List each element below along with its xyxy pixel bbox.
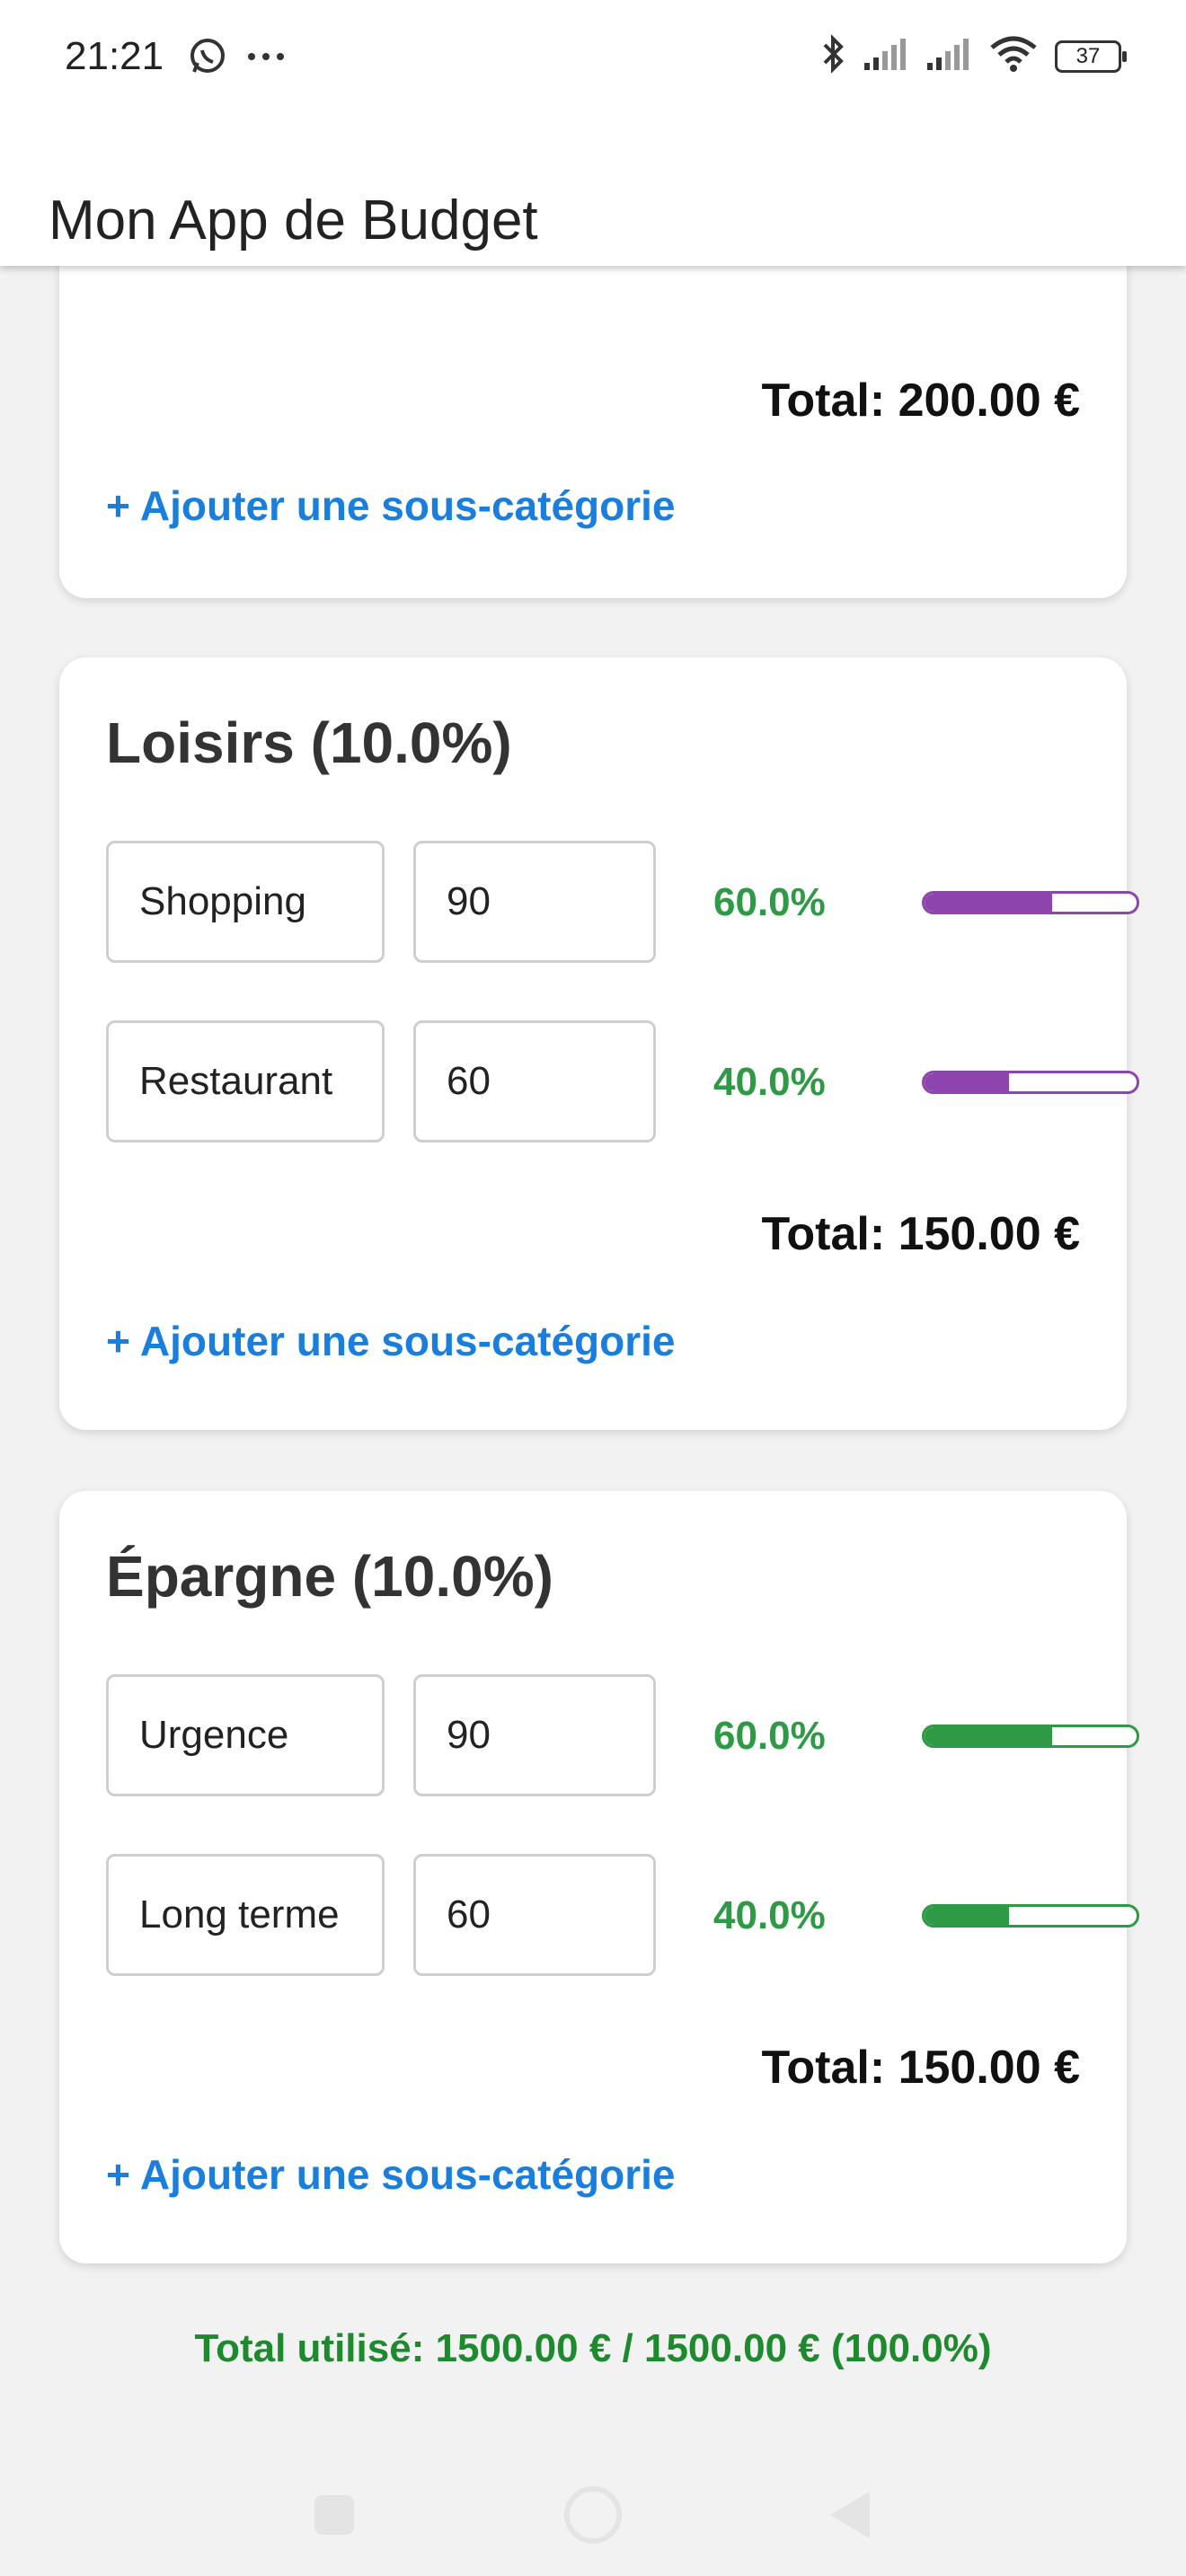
subcategory-row: Long terme 60 40.0% [106, 1854, 1139, 1976]
progress-bar [922, 1071, 1139, 1094]
progress-fill [925, 1073, 1010, 1091]
back-icon[interactable] [814, 2479, 886, 2551]
subcategory-percent: 40.0% [713, 1060, 826, 1104]
signal-icon [925, 36, 972, 76]
category-card-epargne: Épargne (10.0%) Urgence 90 60.0% Long te… [59, 1491, 1139, 2263]
app-title: Mon App de Budget [49, 189, 538, 251]
subcategory-amount-input[interactable]: 60 [413, 1020, 656, 1142]
progress-bar [922, 891, 1139, 914]
wifi-icon [988, 35, 1039, 77]
subcategory-percent: 60.0% [713, 1714, 826, 1758]
navigation-bar [0, 2459, 1186, 2576]
category-total: Total: 200.00 € [761, 375, 1080, 427]
subcategory-name-input[interactable]: Long terme [106, 1854, 385, 1976]
category-card-loisirs: Loisirs (10.0%) Shopping 90 60.0% Restau… [59, 657, 1139, 1430]
status-bar: 21:21 37 [0, 0, 1186, 117]
progress-bar [922, 1904, 1139, 1928]
subcategory-row: Shopping 90 60.0% [106, 841, 1139, 963]
add-subcategory-button[interactable]: + Ajouter une sous-catégorie [106, 1317, 676, 1365]
subcategory-amount-input[interactable]: 90 [413, 841, 656, 963]
progress-fill [925, 1727, 1052, 1745]
subcategory-row: Urgence 90 60.0% [106, 1674, 1139, 1796]
grand-total: Total utilisé: 1500.00 € / 1500.00 € (10… [194, 2326, 992, 2370]
battery-icon: 37 [1055, 40, 1127, 73]
subcategory-percent: 60.0% [713, 880, 826, 924]
more-icon [246, 48, 286, 70]
category-title: Loisirs (10.0%) [106, 710, 512, 775]
subcategory-name-input[interactable]: Shopping [106, 841, 385, 963]
category-total: Total: 150.00 € [761, 1208, 1080, 1260]
home-icon[interactable] [557, 2479, 629, 2551]
subcategory-percent: 40.0% [713, 1893, 826, 1937]
subcategory-row: Restaurant 60 40.0% [106, 1020, 1139, 1142]
app-bar: Mon App de Budget [0, 117, 1186, 266]
status-time: 21:21 [65, 34, 164, 78]
category-title: Épargne (10.0%) [106, 1544, 553, 1609]
subcategory-name-input[interactable]: Urgence [106, 1674, 385, 1796]
subcategory-amount-input[interactable]: 90 [413, 1674, 656, 1796]
bluetooth-icon [819, 32, 846, 80]
progress-fill [925, 1907, 1010, 1925]
recents-icon[interactable] [298, 2479, 370, 2551]
subcategory-name-input[interactable]: Restaurant [106, 1020, 385, 1142]
progress-bar [922, 1725, 1139, 1748]
progress-fill [925, 894, 1052, 912]
whatsapp-icon [187, 36, 228, 82]
category-total: Total: 150.00 € [761, 2042, 1080, 2094]
signal-icon [863, 36, 909, 76]
add-subcategory-button[interactable]: + Ajouter une sous-catégorie [106, 481, 676, 530]
subcategory-amount-input[interactable]: 60 [413, 1854, 656, 1976]
add-subcategory-button[interactable]: + Ajouter une sous-catégorie [106, 2150, 676, 2199]
